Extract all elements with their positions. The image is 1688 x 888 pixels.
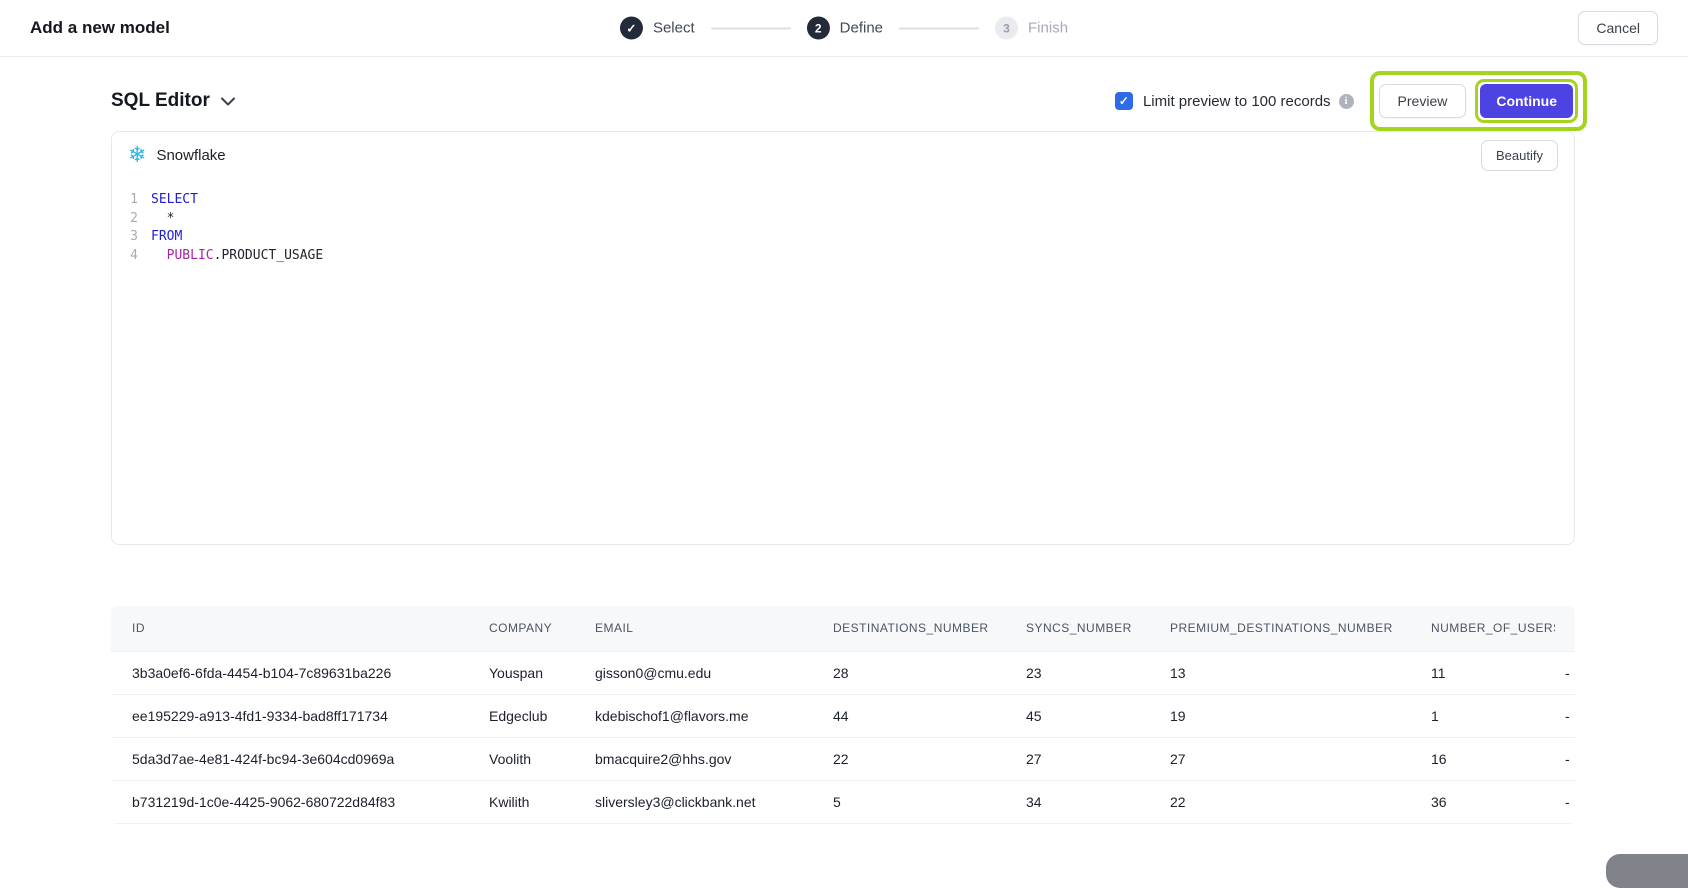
sql-editor-mode-dropdown[interactable]: SQL Editor bbox=[111, 90, 235, 112]
code-text: FROM bbox=[151, 228, 182, 247]
table-cell: 28 bbox=[812, 651, 1005, 694]
source-name: Snowflake bbox=[156, 147, 225, 164]
info-icon[interactable]: i bbox=[1339, 94, 1354, 109]
main-content: SQL Editor Limit preview to 100 records … bbox=[0, 77, 1688, 824]
highlight-annotation-box: Preview Continue bbox=[1370, 71, 1587, 131]
preview-table-wrap: IDCOMPANYEMAILDESTINATIONS_NUMBERSYNCS_N… bbox=[111, 606, 1575, 824]
preview-button[interactable]: Preview bbox=[1379, 84, 1467, 118]
column-header: DESTINATIONS_NUMBER bbox=[812, 606, 1005, 651]
column-header: SYNCS_NUMBER bbox=[1005, 606, 1149, 651]
step-finish-label: Finish bbox=[1028, 20, 1068, 37]
step-complete-check-icon bbox=[620, 17, 643, 40]
limit-preview-label: Limit preview to 100 records bbox=[1143, 93, 1331, 110]
continue-button[interactable]: Continue bbox=[1480, 84, 1573, 118]
line-number: 4 bbox=[112, 247, 138, 266]
table-cell: 5 bbox=[812, 780, 1005, 823]
table-row[interactable]: 3b3a0ef6-6fda-4454-b104-7c89631ba226Yous… bbox=[111, 651, 1575, 694]
code-text: SELECT bbox=[151, 191, 198, 210]
table-cell: 16 bbox=[1410, 737, 1555, 780]
corner-overlay-artifact bbox=[1606, 854, 1688, 888]
table-cell: 3b3a0ef6-6fda-4454-b104-7c89631ba226 bbox=[111, 651, 468, 694]
table-cell: Edgeclub bbox=[468, 694, 574, 737]
table-cell: 34 bbox=[1005, 780, 1149, 823]
table-cell: Kwilith bbox=[468, 780, 574, 823]
page-title: Add a new model bbox=[30, 18, 170, 38]
table-cell: - bbox=[1555, 651, 1575, 694]
snowflake-logo-icon: ❄ bbox=[128, 144, 146, 166]
table-cell: 11 bbox=[1410, 651, 1555, 694]
step-select: Select bbox=[620, 17, 695, 40]
column-header: ID bbox=[111, 606, 468, 651]
table-cell: 23 bbox=[1005, 651, 1149, 694]
table-cell: 22 bbox=[1149, 780, 1410, 823]
code-area[interactable]: 1SELECT2 *3FROM4 PUBLIC.PRODUCT_USAGE bbox=[112, 178, 1574, 278]
sql-editor-panel-header: ❄ Snowflake Beautify bbox=[112, 132, 1574, 178]
column-header: PREMIUM_DESTINATIONS_NUMBER bbox=[1149, 606, 1410, 651]
table-cell: ee195229-a913-4fd1-9334-bad8ff171734 bbox=[111, 694, 468, 737]
cancel-button[interactable]: Cancel bbox=[1578, 11, 1658, 45]
table-cell: - bbox=[1555, 780, 1575, 823]
stepper-connector bbox=[711, 27, 791, 29]
table-cell: kdebischof1@flavors.me bbox=[574, 694, 812, 737]
top-bar: Add a new model Select 2 Define 3 Finish… bbox=[0, 0, 1688, 57]
table-row[interactable]: ee195229-a913-4fd1-9334-bad8ff171734Edge… bbox=[111, 694, 1575, 737]
table-cell: 27 bbox=[1005, 737, 1149, 780]
column-header: NUMBER_OF_USERS bbox=[1410, 606, 1555, 651]
step-finish: 3 Finish bbox=[995, 17, 1068, 40]
table-cell: 19 bbox=[1149, 694, 1410, 737]
table-cell: 36 bbox=[1410, 780, 1555, 823]
column-header: EMAIL bbox=[574, 606, 812, 651]
preview-table: IDCOMPANYEMAILDESTINATIONS_NUMBERSYNCS_N… bbox=[111, 606, 1575, 824]
table-cell: bmacquire2@hhs.gov bbox=[574, 737, 812, 780]
highlight-annotation-inner-box: Continue bbox=[1475, 79, 1578, 123]
line-number: 2 bbox=[112, 210, 138, 229]
sql-editor-mode-label: SQL Editor bbox=[111, 90, 210, 112]
step-define: 2 Define bbox=[807, 17, 883, 40]
table-cell: 45 bbox=[1005, 694, 1149, 737]
step-define-label: Define bbox=[840, 20, 883, 37]
table-cell: 22 bbox=[812, 737, 1005, 780]
sql-editor-panel: ❄ Snowflake Beautify 1SELECT2 *3FROM4 PU… bbox=[111, 131, 1575, 545]
table-row[interactable]: b731219d-1c0e-4425-9062-680722d84f83Kwil… bbox=[111, 780, 1575, 823]
table-cell: Youspan bbox=[468, 651, 574, 694]
table-cell: gisson0@cmu.edu bbox=[574, 651, 812, 694]
table-cell: sliversley3@clickbank.net bbox=[574, 780, 812, 823]
chevron-down-icon bbox=[221, 97, 235, 106]
table-cell: 13 bbox=[1149, 651, 1410, 694]
limit-preview-checkbox[interactable] bbox=[1115, 92, 1133, 110]
code-line: 1 SELECT bbox=[112, 191, 1574, 210]
stepper-connector bbox=[899, 27, 979, 29]
line-number: 3 bbox=[112, 228, 138, 247]
table-cell: 27 bbox=[1149, 737, 1410, 780]
table-cell: 5da3d7ae-4e81-424f-bc94-3e604cd0969a bbox=[111, 737, 468, 780]
table-cell: - bbox=[1555, 737, 1575, 780]
code-text: * bbox=[151, 210, 174, 229]
step-finish-number: 3 bbox=[995, 17, 1018, 40]
table-cell: b731219d-1c0e-4425-9062-680722d84f83 bbox=[111, 780, 468, 823]
column-header bbox=[1555, 606, 1575, 651]
beautify-button[interactable]: Beautify bbox=[1481, 140, 1558, 171]
code-line: 2 * bbox=[112, 210, 1574, 229]
table-cell: 1 bbox=[1410, 694, 1555, 737]
editor-toolbar: SQL Editor Limit preview to 100 records … bbox=[111, 77, 1575, 125]
code-text: PUBLIC.PRODUCT_USAGE bbox=[151, 247, 323, 266]
table-cell: Voolith bbox=[468, 737, 574, 780]
step-define-number: 2 bbox=[807, 17, 830, 40]
stepper: Select 2 Define 3 Finish bbox=[620, 17, 1068, 40]
table-row[interactable]: 5da3d7ae-4e81-424f-bc94-3e604cd0969aVool… bbox=[111, 737, 1575, 780]
step-select-label: Select bbox=[653, 20, 695, 37]
code-line: 4 PUBLIC.PRODUCT_USAGE bbox=[112, 247, 1574, 266]
code-line: 3 FROM bbox=[112, 228, 1574, 247]
line-number: 1 bbox=[112, 191, 138, 210]
table-cell: 44 bbox=[812, 694, 1005, 737]
table-cell: - bbox=[1555, 694, 1575, 737]
toolbar-right: Limit preview to 100 records i Preview C… bbox=[1115, 71, 1575, 131]
column-header: COMPANY bbox=[468, 606, 574, 651]
table-body: 3b3a0ef6-6fda-4454-b104-7c89631ba226Yous… bbox=[111, 651, 1575, 823]
table-header-row: IDCOMPANYEMAILDESTINATIONS_NUMBERSYNCS_N… bbox=[111, 606, 1575, 651]
